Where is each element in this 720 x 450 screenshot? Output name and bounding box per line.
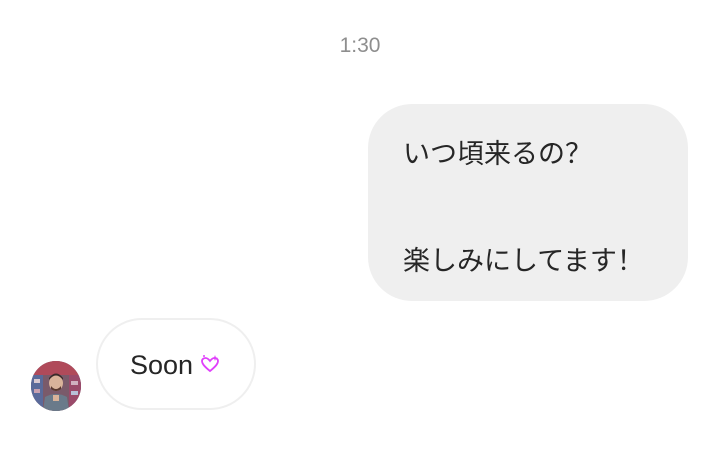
sent-message-line-1: いつ頃来るの？ [403, 139, 592, 170]
received-message-bubble[interactable]: Soon [96, 318, 256, 410]
message-thread: 1:30 いつ頃来るの？ 楽しみにしてます！ Soon [0, 0, 720, 450]
sparkling-heart-emoji-icon [201, 355, 219, 373]
message-timestamp: 1:30 [339, 34, 381, 57]
contact-avatar[interactable] [31, 361, 81, 411]
sent-message-bubble[interactable]: いつ頃来るの？ 楽しみにしてます！ [368, 104, 688, 301]
avatar-photo-icon [31, 361, 81, 411]
sent-message-line-2: 楽しみにしてます！ [403, 246, 644, 277]
received-message-text: Soon [130, 350, 194, 380]
